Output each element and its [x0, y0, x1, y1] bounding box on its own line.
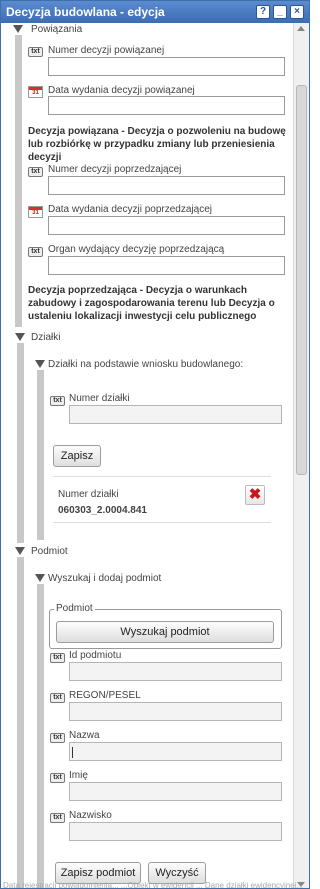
- calendar-icon[interactable]: 31: [28, 86, 43, 98]
- imie-input[interactable]: [69, 782, 282, 801]
- collapse-triangle-icon[interactable]: [35, 574, 45, 582]
- label-data-wydania-decyzji-powiazanej: Data wydania decyzji powiązanej: [48, 85, 195, 96]
- delete-icon[interactable]: ✖: [245, 485, 265, 505]
- scrollbar-thumb[interactable]: [296, 85, 307, 475]
- section-indent-bar: [15, 35, 22, 327]
- minimize-button[interactable]: _: [273, 5, 287, 19]
- text-field-icon: txt: [50, 693, 65, 703]
- window-titlebar[interactable]: Decyzja budowlana - edycja ? _ ×: [1, 1, 309, 23]
- help-button[interactable]: ?: [256, 5, 270, 19]
- list-header-numer-dzialki: Numer działki: [58, 489, 119, 500]
- subsection-indent-bar: [37, 584, 44, 888]
- scroll-up-arrow-icon[interactable]: [297, 26, 305, 31]
- zapisz-dzialke-button[interactable]: Zapisz: [53, 445, 101, 467]
- regon-pesel-input[interactable]: [69, 702, 282, 721]
- nazwa-input[interactable]: [69, 742, 282, 761]
- edit-window: Decyzja budowlana - edycja ? _ × Powiąza…: [0, 0, 310, 889]
- id-podmiotu-input[interactable]: [69, 662, 282, 681]
- label-nazwa: Nazwa: [69, 730, 100, 741]
- text-field-icon: txt: [28, 167, 43, 177]
- label-id-podmiotu: Id podmiotu: [69, 650, 122, 661]
- label-numer-dzialki: Numer działki: [69, 393, 130, 404]
- section-indent-bar: [17, 343, 24, 543]
- nazwisko-input[interactable]: [69, 822, 282, 841]
- note-decyzja-poprzedzajaca: Decyzja poprzedzająca - Decyzja o warunk…: [28, 285, 275, 322]
- close-button[interactable]: ×: [290, 5, 304, 19]
- data-wydania-decyzji-powiazanej-input[interactable]: [48, 96, 285, 115]
- subsection-title-wyszukaj-podmiot[interactable]: Wyszukaj i dodaj podmiot: [48, 573, 161, 584]
- text-field-icon: txt: [50, 773, 65, 783]
- section-title-podmiot[interactable]: Podmiot: [31, 546, 68, 557]
- text-field-icon: txt: [28, 47, 43, 57]
- numer-decyzji-poprzedzajacej-input[interactable]: [48, 176, 285, 195]
- vertical-scrollbar[interactable]: [293, 23, 309, 888]
- section-indent-bar: [17, 557, 24, 888]
- note-decyzja-powiazana: Decyzja powiązana - Decyzja o pozwoleniu…: [28, 126, 286, 163]
- text-field-icon: txt: [50, 653, 65, 663]
- form-content: Powiązania txt Numer decyzji powiązanej …: [1, 23, 292, 888]
- subsection-title-dzialki-wniosek[interactable]: Działki na podstawie wniosku budowlanego…: [48, 359, 243, 370]
- organ-wydajacy-input[interactable]: [48, 256, 285, 275]
- collapse-triangle-icon[interactable]: [15, 333, 25, 341]
- label-nazwisko: Nazwisko: [69, 810, 112, 821]
- section-title-powiazania[interactable]: Powiązania: [31, 24, 82, 35]
- section-title-dzialki[interactable]: Działki: [31, 332, 60, 343]
- collapse-triangle-icon[interactable]: [15, 547, 25, 555]
- data-wydania-decyzji-poprzedzajacej-input[interactable]: [48, 216, 285, 235]
- text-field-icon: txt: [50, 733, 65, 743]
- podmiot-fieldset-legend: Podmiot: [54, 603, 95, 614]
- subsection-indent-bar: [37, 370, 44, 540]
- label-organ-wydajacy: Organ wydający decyzję poprzedzającą: [48, 244, 225, 255]
- text-field-icon: txt: [28, 247, 43, 257]
- label-numer-decyzji-poprzedzajacej: Numer decyzji poprzedzającej: [48, 164, 182, 175]
- label-data-wydania-decyzji-poprzedzajacej: Data wydania decyzji poprzedzającej: [48, 204, 212, 215]
- label-regon-pesel: REGON/PESEL: [69, 690, 141, 701]
- text-field-icon: txt: [50, 396, 65, 406]
- text-field-icon: txt: [50, 813, 65, 823]
- background-status-text: Data rejestracji powiadomienia... ...Obi…: [3, 881, 304, 889]
- text-cursor: [72, 747, 73, 758]
- numer-dzialki-input[interactable]: [69, 405, 282, 424]
- list-item-dzialka: 060303_2.0004.841: [58, 505, 147, 516]
- collapse-triangle-icon[interactable]: [13, 25, 23, 33]
- collapse-triangle-icon[interactable]: [35, 360, 45, 368]
- calendar-icon[interactable]: 31: [28, 206, 43, 218]
- numer-decyzji-powiazanej-input[interactable]: [48, 57, 285, 76]
- wyszukaj-podmiot-button[interactable]: Wyszukaj podmiot: [56, 621, 274, 643]
- list-separator: [53, 522, 271, 523]
- window-title: Decyzja budowlana - edycja: [6, 5, 165, 19]
- label-numer-decyzji-powiazanej: Numer decyzji powiązanej: [48, 45, 165, 56]
- label-imie: Imię: [69, 770, 88, 781]
- list-separator: [53, 476, 271, 477]
